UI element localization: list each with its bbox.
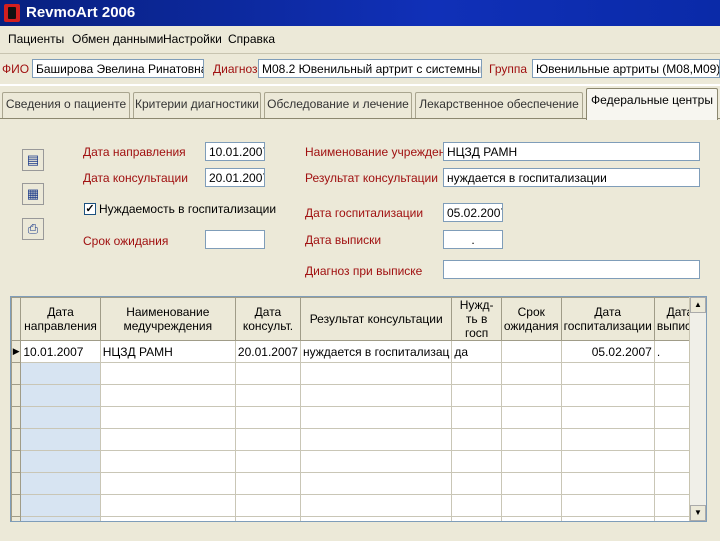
col-header-hosp-date[interactable]: Дата госпитализации — [560, 297, 655, 341]
discharge-diag-field[interactable] — [443, 260, 700, 279]
federal-centers-grid[interactable]: Дата направления Наименование медучрежде… — [10, 296, 707, 522]
table-row-empty — [11, 516, 706, 521]
add-record-icon[interactable]: ▤ — [22, 149, 44, 171]
print-icon[interactable]: ⎙ — [22, 218, 44, 240]
table-row[interactable]: ▶ 10.01.2007 НЦЗД РАМН 20.01.2007 нуждае… — [11, 340, 706, 363]
menu-help[interactable]: Справка — [228, 32, 275, 46]
scroll-down-icon[interactable]: ▼ — [690, 505, 706, 521]
current-row-indicator-icon: ▶ — [11, 340, 22, 363]
consult-result-field[interactable]: нуждается в госпитализации — [443, 168, 700, 187]
col-header-consult-result[interactable]: Результат консультации — [299, 297, 453, 341]
grid-corner-header — [11, 297, 22, 341]
hospital-need-checkbox[interactable]: ✓ — [84, 203, 96, 215]
table-cell[interactable] — [500, 340, 562, 363]
group-field[interactable]: Ювенильные артриты (М08,М09) — [532, 59, 720, 78]
hospital-need-label: Нуждаемость в госпитализации — [99, 202, 277, 216]
menu-settings[interactable]: Настройки — [163, 32, 222, 46]
date-consult-field[interactable]: 20.01.2007 — [205, 168, 265, 187]
institution-field[interactable]: НЦЗД РАМН — [443, 142, 700, 161]
title-bar: RevmoArt 2006 — [0, 0, 720, 26]
tab-federal-centers[interactable]: Федеральные центры — [586, 88, 718, 120]
menu-bar: Пациенты Обмен данными Настройки Справка — [0, 26, 720, 54]
table-row-empty — [11, 494, 706, 517]
tab-drug-supply[interactable]: Лекарственное обеспечение — [415, 92, 583, 118]
menu-patients[interactable]: Пациенты — [8, 32, 64, 46]
date-referral-label: Дата направления — [83, 145, 186, 159]
discharge-diag-label: Диагноз при выписке — [305, 264, 423, 278]
wait-period-label: Срок ожидания — [83, 234, 169, 248]
col-header-wait-period[interactable]: Срок ожидания — [500, 297, 562, 341]
tab-patient-info[interactable]: Сведения о пациенте — [2, 92, 130, 118]
app-title: RevmoArt 2006 — [26, 4, 136, 21]
discharge-date-field[interactable]: . — [443, 230, 503, 249]
fio-label: ФИО — [2, 62, 30, 76]
grid-vertical-scrollbar[interactable]: ▲ ▼ — [689, 297, 706, 521]
table-row-empty — [11, 428, 706, 451]
table-cell[interactable]: НЦЗД РАМН — [99, 340, 236, 363]
date-consult-label: Дата консультации — [83, 171, 188, 185]
diagnosis-label: Диагноз — [213, 62, 258, 76]
menu-data-exchange[interactable]: Обмен данными — [72, 32, 163, 46]
grid-header-row: Дата направления Наименование медучрежде… — [11, 297, 706, 341]
col-header-hospital-need[interactable]: Нужд-ть в госп — [451, 297, 502, 341]
app-logo-icon — [4, 4, 20, 22]
scroll-up-icon[interactable]: ▲ — [690, 297, 706, 313]
table-cell[interactable]: 20.01.2007 — [234, 340, 301, 363]
patient-info-row: ФИО Баширова Эвелина Ринатовна Диагноз М… — [0, 54, 720, 84]
table-cell[interactable]: 10.01.2007 — [20, 340, 101, 363]
table-row-empty — [11, 362, 706, 385]
date-referral-field[interactable]: 10.01.2007 — [205, 142, 265, 161]
table-cell[interactable]: да — [451, 340, 502, 363]
table-row-empty — [11, 384, 706, 407]
tab-strip: Сведения о пациенте Критерии диагностики… — [0, 86, 720, 120]
col-header-date-referral[interactable]: Дата направления — [20, 297, 101, 341]
hosp-date-field[interactable]: 05.02.2007 — [443, 203, 503, 222]
table-row-empty — [11, 472, 706, 495]
table-cell[interactable]: 05.02.2007 — [560, 340, 655, 363]
tab-diagnostic-criteria[interactable]: Критерии диагностики — [133, 92, 261, 118]
tab-examination-treatment[interactable]: Обследование и лечение — [264, 92, 412, 118]
table-row-empty — [11, 450, 706, 473]
hosp-date-label: Дата госпитализации — [305, 206, 424, 220]
col-header-institution[interactable]: Наименование медучреждения — [99, 297, 236, 341]
group-label: Группа — [489, 62, 528, 76]
table-row-empty — [11, 406, 706, 429]
table-cell[interactable]: нуждается в госпитализац — [299, 340, 453, 363]
grid-table: Дата направления Наименование медучрежде… — [11, 297, 706, 521]
discharge-date-label: Дата выписки — [305, 233, 382, 247]
consult-result-label: Результат консультации — [305, 171, 438, 185]
diagnosis-field[interactable]: М08.2 Ювенильный артрит с системным нача… — [258, 59, 482, 78]
fio-field[interactable]: Баширова Эвелина Ринатовна — [32, 59, 204, 78]
delete-record-icon[interactable]: ▦ — [22, 183, 44, 205]
col-header-date-consult[interactable]: Дата консульт. — [234, 297, 301, 341]
institution-label: Наименование учреждения — [305, 145, 459, 159]
wait-period-field[interactable] — [205, 230, 265, 249]
